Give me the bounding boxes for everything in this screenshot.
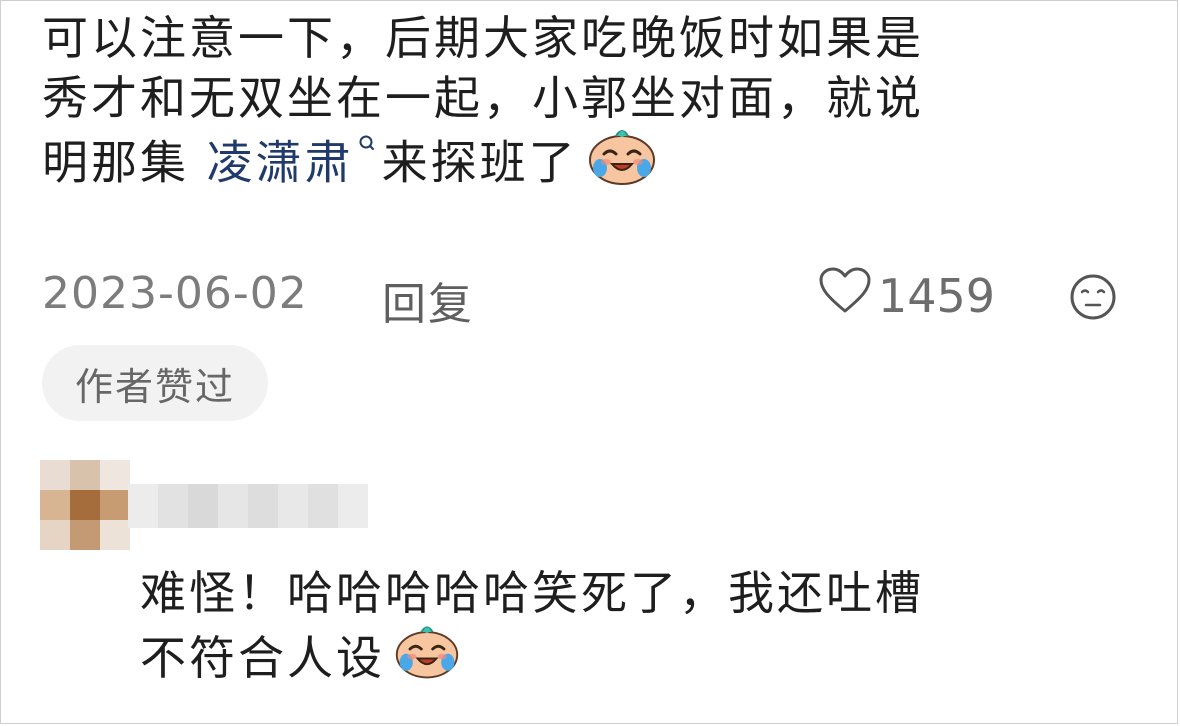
comment-line-3: 明那集 凌潇肃 来探班了 — [42, 128, 1152, 204]
reply-button[interactable]: 回复 — [382, 268, 474, 332]
mention-link[interactable]: 凌潇肃 — [207, 136, 354, 190]
author-liked-badge: 作者赞过 — [42, 345, 268, 421]
crying-laughing-face-icon — [393, 620, 461, 695]
crying-laughing-face-icon — [586, 124, 658, 200]
comment-line-2: 秀才和无双坐在一起，小郭坐对面，就说 — [42, 71, 924, 125]
reply-body: 难怪！哈哈哈哈哈笑死了，我还吐槽 不符合人设 — [140, 562, 1150, 699]
reply-line-1: 难怪！哈哈哈哈哈笑死了，我还吐槽 — [140, 566, 924, 620]
reply-line-2: 不符合人设 — [140, 624, 1150, 699]
avatar[interactable] — [40, 460, 130, 550]
comment-date: 2023-06-02 — [42, 268, 308, 319]
comment-meta-row: 2023-06-02 回复 1459 — [42, 262, 1132, 330]
heart-outline-icon — [818, 267, 872, 326]
reply-line-2-text: 不符合人设 — [140, 631, 385, 685]
meh-face-icon[interactable] — [1068, 272, 1118, 333]
comment-line-3-prefix: 明那集 — [42, 135, 207, 190]
like-count: 1459 — [878, 269, 996, 323]
like-button[interactable]: 1459 — [818, 266, 995, 326]
comment-body: 可以注意一下，后期大家吃晚饭时如果是 秀才和无双坐在一起，小郭坐对面，就说 明那… — [42, 8, 1152, 204]
search-icon[interactable] — [358, 128, 376, 158]
comment-line-3-suffix: 来探班了 — [381, 135, 578, 190]
reply-username-blurred — [128, 476, 378, 538]
comment-line-1: 可以注意一下，后期大家吃晚饭时如果是 — [42, 11, 924, 65]
